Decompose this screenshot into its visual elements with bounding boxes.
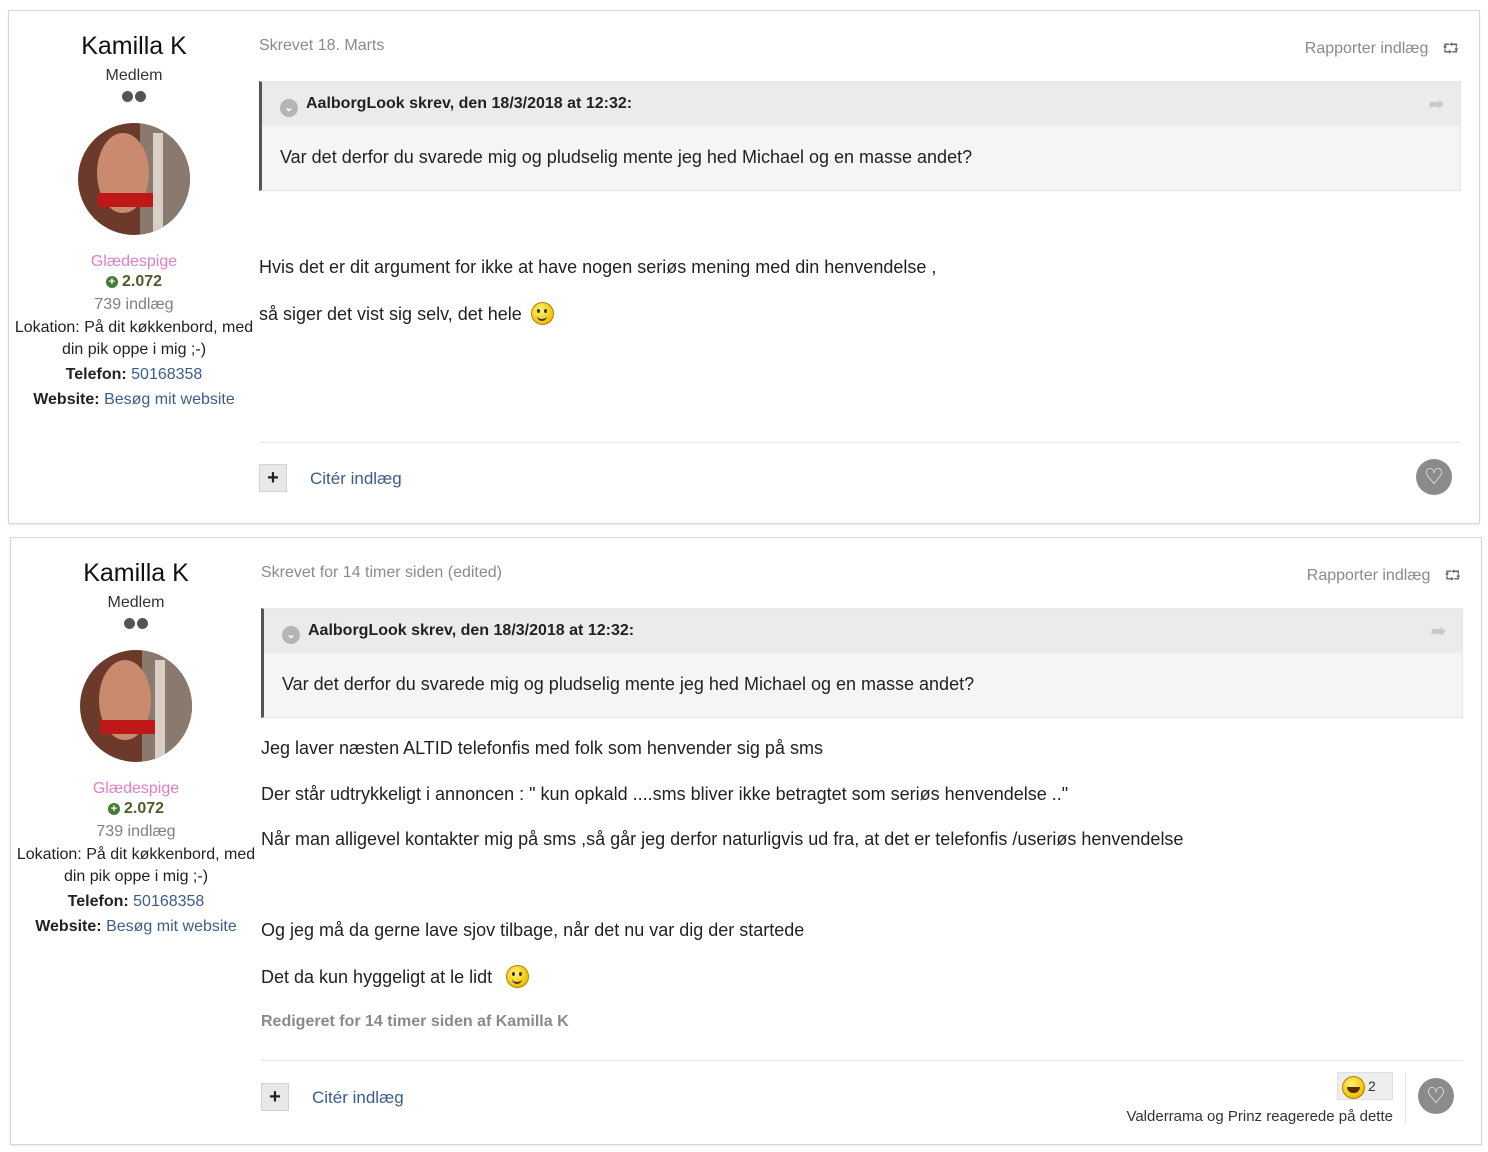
share-arrow-icon[interactable]: ➦ [1431, 609, 1446, 653]
plus-circle-icon: + [105, 276, 118, 288]
reaction-summary[interactable]: 2 [1337, 1072, 1393, 1100]
paragraph-text: Det da kun hyggeligt at le lidt [261, 967, 493, 987]
quote-header: ⌄ AalborgLook skrev, den 18/3/2018 at 12:… [262, 82, 1460, 126]
post-paragraph: Og jeg må da gerne lave sjov tilbage, nå… [261, 920, 805, 940]
divider [259, 442, 1461, 443]
multiquote-button[interactable]: + [259, 464, 287, 492]
location-field: Lokation: På dit køkkenbord, med din pik… [11, 844, 261, 888]
phone-value[interactable]: 50168358 [133, 893, 204, 910]
avatar[interactable] [78, 123, 190, 235]
quote-citation: AalborgLook skrev, den 18/3/2018 at 12:3… [308, 622, 635, 639]
member-group: Glædespige [90, 253, 178, 270]
location-value: På dit køkkenbord, med din pik oppe i mi… [63, 846, 256, 885]
post-paragraph: Når man alligevel kontakter mig på sms ,… [261, 829, 1184, 849]
website-link[interactable]: Besøg mit website [106, 918, 237, 935]
member-title: Medlem [105, 67, 163, 84]
report-post: Rapporter indlæg ⮔ [1305, 38, 1459, 62]
avatar[interactable] [80, 650, 192, 762]
plus-circle-icon: + [107, 803, 120, 815]
phone-value[interactable]: 50168358 [131, 366, 202, 383]
author-name[interactable]: Kamilla K [9, 29, 259, 63]
wink-emoji-icon [530, 302, 554, 325]
phone-field: Telefon: 50168358 [11, 891, 261, 913]
location-value: På dit køkkenbord, med din pik oppe i mi… [61, 319, 254, 358]
forum-post: Kamilla K Medlem Glædespige +2.072 739 i… [10, 537, 1482, 1145]
share-icon[interactable]: ⮔ [1442, 38, 1459, 62]
post-paragraph: Jeg laver næsten ALTID telefonfis med fo… [261, 738, 823, 758]
chevron-down-icon[interactable]: ⌄ [280, 99, 298, 117]
member-title: Medlem [107, 594, 165, 611]
quote-text: Var det derfor du svarede mig og pludsel… [280, 147, 973, 167]
website-field: Website: Besøg mit website [11, 916, 261, 938]
laugh-emoji-icon [1342, 1076, 1365, 1099]
author-panel: Kamilla K Medlem Glædespige +2.072 739 i… [11, 538, 261, 938]
chevron-down-icon[interactable]: ⌄ [282, 626, 300, 644]
quote-post-link[interactable]: Citér indlæg [312, 1088, 404, 1108]
multiquote-button[interactable]: + [261, 1083, 289, 1111]
member-group: Glædespige [92, 780, 180, 797]
quote-citation: AalborgLook skrev, den 18/3/2018 at 12:3… [306, 95, 633, 112]
website-label: Website: [35, 918, 102, 935]
website-field: Website: Besøg mit website [9, 389, 259, 411]
post-date[interactable]: Skrevet 18. Marts [259, 37, 384, 55]
rank-pips [9, 89, 259, 105]
phone-label: Telefon: [65, 366, 127, 383]
post-count: 739 indlæg [96, 823, 176, 840]
post-paragraph: Det da kun hyggeligt at le lidt [261, 965, 530, 988]
location-field: Lokation: På dit køkkenbord, med din pik… [9, 317, 259, 361]
phone-field: Telefon: 50168358 [9, 364, 259, 386]
reactions-text[interactable]: Valderrama og Prinz reagerede på dette [1126, 1108, 1393, 1125]
forum-post: Kamilla K Medlem Glædespige +2.072 739 i… [8, 10, 1480, 524]
like-heart-button[interactable]: ♡ [1416, 459, 1452, 495]
divider [261, 1060, 1463, 1061]
website-label: Website: [33, 391, 100, 408]
paragraph-text: så siger det vist sig selv, det hele [259, 304, 522, 324]
like-heart-button[interactable]: ♡ [1418, 1078, 1454, 1114]
post-paragraph: Der står udtrykkeligt i annoncen : " kun… [261, 784, 1069, 804]
rank-pips [11, 616, 261, 632]
edited-note: Redigeret for 14 timer siden af Kamilla … [261, 1013, 569, 1030]
location-label: Lokation: [16, 846, 82, 863]
post-paragraph: Hvis det er dit argument for ikke at hav… [259, 257, 937, 277]
report-link[interactable]: Rapporter indlæg [1307, 567, 1431, 584]
quote-text: Var det derfor du svarede mig og pludsel… [282, 674, 975, 694]
report-link[interactable]: Rapporter indlæg [1305, 40, 1429, 57]
report-post: Rapporter indlæg ⮔ [1307, 565, 1461, 589]
reputation-value: 2.072 [121, 273, 163, 290]
share-icon[interactable]: ⮔ [1444, 565, 1461, 589]
reputation-badge[interactable]: +2.072 [9, 273, 259, 291]
quote-block: ⌄ AalborgLook skrev, den 18/3/2018 at 12:… [261, 608, 1463, 718]
reaction-count: 2 [1368, 1078, 1376, 1094]
divider [1405, 1072, 1406, 1124]
post-count: 739 indlæg [94, 296, 174, 313]
quote-header: ⌄ AalborgLook skrev, den 18/3/2018 at 12:… [264, 609, 1462, 653]
quote-block: ⌄ AalborgLook skrev, den 18/3/2018 at 12:… [259, 81, 1461, 191]
share-arrow-icon[interactable]: ➦ [1429, 82, 1444, 126]
quote-post-link[interactable]: Citér indlæg [310, 469, 402, 489]
reputation-badge[interactable]: +2.072 [11, 800, 261, 818]
phone-label: Telefon: [67, 893, 129, 910]
post-date[interactable]: Skrevet for 14 timer siden (edited) [261, 564, 502, 582]
author-panel: Kamilla K Medlem Glædespige +2.072 739 i… [9, 11, 259, 411]
location-label: Lokation: [14, 319, 80, 336]
smile-emoji-icon [506, 965, 530, 988]
author-name[interactable]: Kamilla K [11, 556, 261, 590]
website-link[interactable]: Besøg mit website [104, 391, 235, 408]
post-paragraph: så siger det vist sig selv, det hele [259, 302, 554, 325]
reputation-value: 2.072 [123, 800, 165, 817]
